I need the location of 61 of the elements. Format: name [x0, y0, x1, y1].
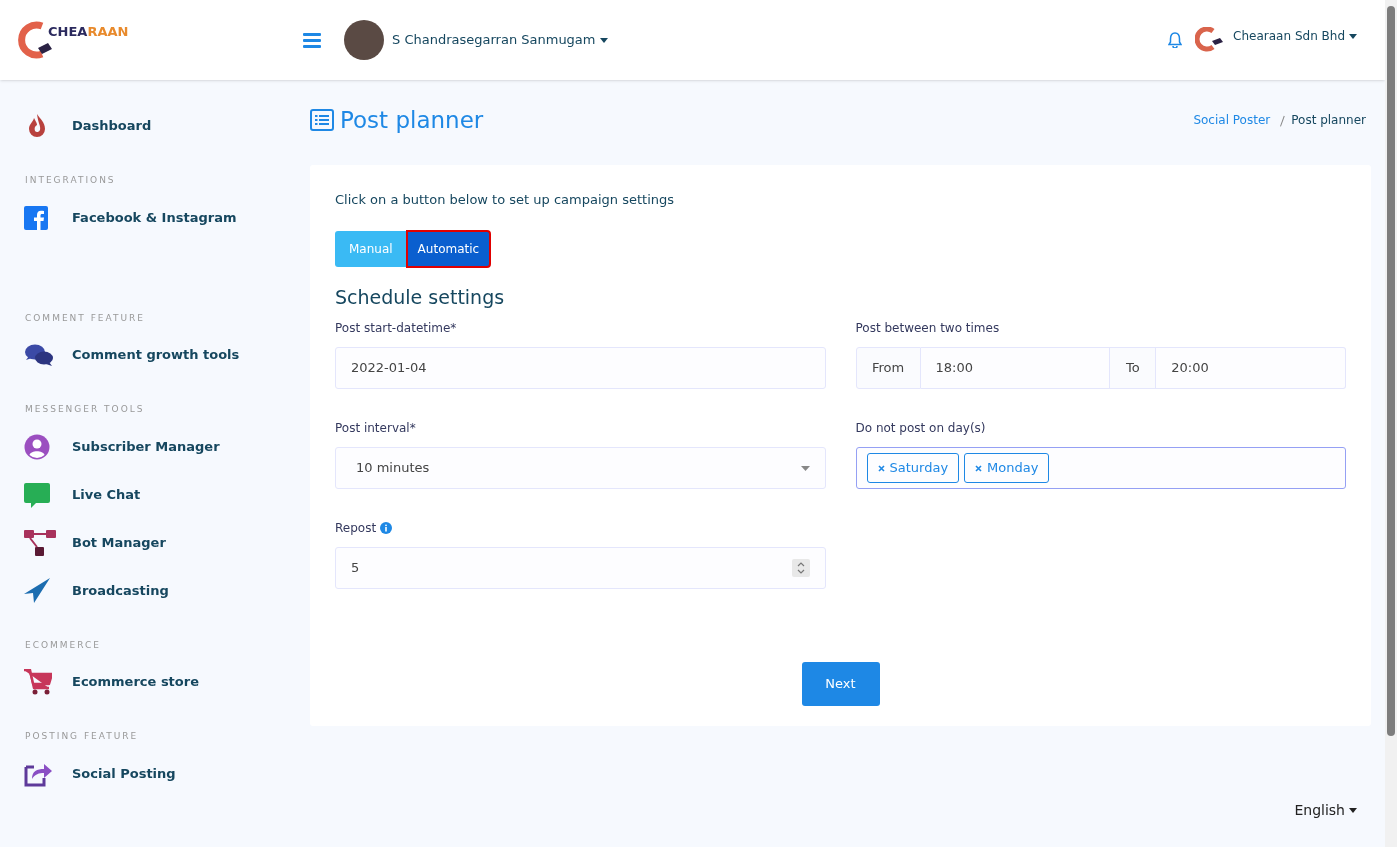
menu-icon[interactable]: [303, 32, 321, 48]
field-label: Post interval*: [335, 420, 417, 437]
sidebar-item[interactable]: Subscriber Manager: [24, 422, 300, 471]
user-avatar[interactable]: [344, 20, 384, 60]
section-heading: MESSENGER TOOLS: [24, 403, 146, 416]
facebook-icon: [24, 205, 48, 230]
date-field[interactable]: 2022-01-04: [335, 347, 826, 389]
user-menu[interactable]: S Chandrasegarran Sanmugam: [392, 30, 608, 50]
caret-icon: [1349, 808, 1357, 813]
from-label: From: [855, 347, 921, 389]
chat-icon: [24, 481, 50, 508]
flowchart-icon: [24, 529, 56, 556]
sidebar-item[interactable]: Comment growth tools: [24, 331, 300, 379]
sidebar-item[interactable]: Bot Manager: [24, 518, 300, 567]
from-time-field[interactable]: 18:00: [920, 347, 1110, 389]
caret-icon: [800, 465, 810, 471]
sidebar-item[interactable]: Social Posting: [24, 749, 300, 798]
sidebar-item[interactable]: Ecommerce store: [24, 658, 300, 706]
next-button[interactable]: Next: [801, 662, 880, 706]
days-multiselect[interactable]: Saturday Monday: [855, 447, 1346, 489]
intro-text: Click on a button below to set up campaign settings: [335, 191, 675, 209]
info-icon[interactable]: [380, 522, 393, 534]
section-heading: POSTING FEATURE: [24, 730, 140, 743]
mode-button[interactable]: Automatic: [406, 230, 491, 267]
repost-number-field[interactable]: 5: [335, 547, 826, 589]
breadcrumb-current: Post planner: [1291, 112, 1366, 129]
caret-icon: [599, 37, 608, 43]
remove-icon[interactable]: [975, 464, 983, 472]
to-label: To: [1109, 347, 1157, 389]
section-heading: ECOMMERCE: [24, 638, 103, 652]
bell-icon[interactable]: [1168, 32, 1183, 48]
day-tag[interactable]: Saturday: [866, 453, 960, 483]
paper-plane-icon: [24, 577, 50, 604]
field-label: Post between two times: [855, 320, 1001, 337]
breadcrumb-link[interactable]: Social Poster: [1193, 111, 1271, 129]
cart-icon: [24, 669, 52, 695]
field-label: Post start-datetime*: [335, 320, 458, 337]
to-time-field[interactable]: 20:00: [1156, 347, 1346, 389]
sidebar-item[interactable]: Live Chat: [24, 470, 300, 519]
caret-icon: [1349, 33, 1357, 39]
section-title: Schedule settings: [335, 284, 506, 310]
company-menu[interactable]: Chearaan Sdn Bhd: [1233, 27, 1357, 45]
chat-bubbles-icon: [24, 343, 54, 367]
interval-select[interactable]: 10 minutes: [335, 447, 826, 489]
section-heading: INTEGRATIONS: [24, 174, 117, 187]
page-title: Post planner: [340, 105, 484, 135]
sidebar-item[interactable]: Facebook & Instagram: [24, 193, 300, 242]
sidebar-item[interactable]: Broadcasting: [24, 566, 300, 615]
spinner-icon[interactable]: [791, 559, 810, 577]
section-heading: COMMENT FEATURE: [24, 311, 147, 325]
list-icon: [310, 109, 334, 131]
language-menu[interactable]: English: [1294, 800, 1357, 821]
field-label: Do not post on day(s): [855, 420, 987, 437]
logo-text: CHEARAAN: [48, 23, 129, 42]
remove-icon[interactable]: [877, 464, 885, 472]
scrollbar[interactable]: [1385, 0, 1397, 847]
company-logo-icon: [1195, 27, 1226, 53]
user-icon: [24, 433, 50, 460]
day-tag[interactable]: Monday: [964, 453, 1050, 483]
sidebar-item[interactable]: Dashboard: [24, 102, 300, 150]
field-label: Repost: [335, 520, 377, 537]
